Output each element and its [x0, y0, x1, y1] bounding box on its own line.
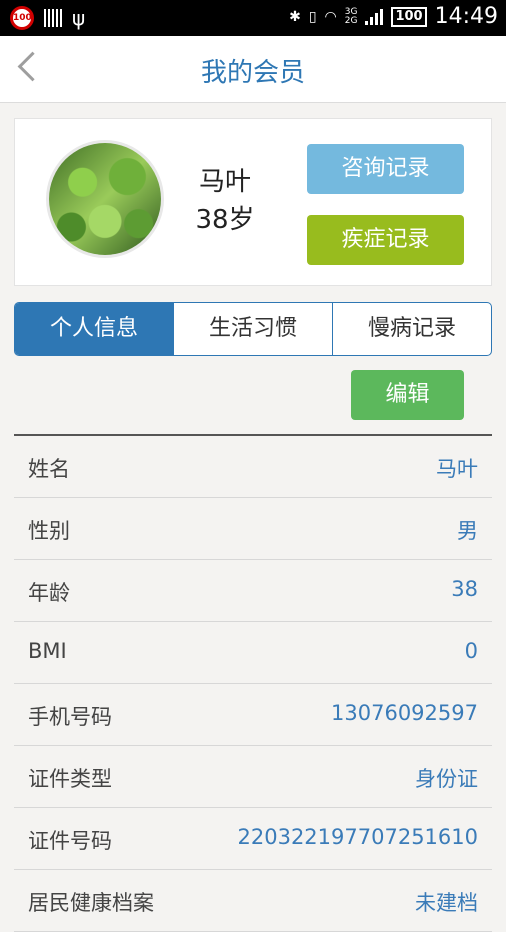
info-row-name: 姓名 马叶	[14, 436, 492, 498]
profile-card: 马叶 38岁 咨询记录 疾症记录	[14, 118, 492, 286]
tab-bar: 个人信息 生活习惯 慢病记录	[14, 302, 492, 356]
row-label: 姓名	[28, 457, 70, 481]
row-label: 居民健康档案	[28, 891, 154, 915]
network-type: 3G 2G	[344, 6, 358, 26]
bluetooth-icon: ✱	[289, 8, 301, 25]
tab-personal-info[interactable]: 个人信息	[15, 303, 173, 355]
row-value: 未建档	[415, 891, 478, 915]
tab-lifestyle[interactable]: 生活习惯	[173, 303, 332, 355]
avatar[interactable]	[49, 143, 161, 255]
wifi-icon: ◠	[324, 8, 337, 25]
row-label: 年龄	[28, 581, 70, 605]
row-label: 手机号码	[28, 705, 112, 729]
row-label: 性别	[28, 519, 70, 543]
info-row-id-type: 证件类型 身份证	[14, 746, 492, 808]
row-value: 38	[451, 577, 478, 601]
barcode-icon	[44, 9, 62, 27]
row-label: 证件类型	[28, 767, 112, 791]
vibrate-icon: ▯	[308, 8, 317, 25]
row-value: 220322197707251610	[237, 825, 479, 849]
info-row-phone: 手机号码 13076092597	[14, 684, 492, 746]
page-title: 我的会员	[200, 57, 305, 87]
edit-button[interactable]: 编辑	[351, 370, 464, 420]
app-header: 我的会员	[0, 36, 506, 103]
row-label: BMI	[28, 639, 67, 663]
tab-chronic-records[interactable]: 慢病记录	[332, 303, 491, 355]
member-age: 38岁	[195, 205, 255, 235]
member-name: 马叶	[198, 167, 251, 197]
battery-icon: 100	[391, 6, 427, 27]
row-value: 13076092597	[331, 701, 478, 725]
row-value: 马叶	[436, 457, 478, 481]
info-row-gender: 性别 男	[14, 498, 492, 560]
notification-badge-icon: 100	[10, 6, 34, 30]
row-label: 证件号码	[28, 829, 112, 853]
info-list: 姓名 马叶 性别 男 年龄 38 BMI 0 手机号码 13076092597 …	[14, 434, 492, 932]
consult-records-button[interactable]: 咨询记录	[307, 144, 464, 194]
usb-icon: ψ	[72, 6, 86, 30]
disease-records-button[interactable]: 疾症记录	[307, 215, 464, 265]
row-value: 男	[457, 519, 478, 543]
info-row-health-record: 居民健康档案 未建档	[14, 870, 492, 932]
clock: 14:49	[434, 4, 498, 29]
info-row-id-number: 证件号码 220322197707251610	[14, 808, 492, 870]
info-row-age: 年龄 38	[14, 560, 492, 622]
info-row-bmi: BMI 0	[14, 622, 492, 684]
status-bar: 100 ψ ✱ ▯ ◠ 3G 2G 100 14:49	[0, 0, 506, 36]
row-value: 身份证	[415, 767, 478, 791]
row-value: 0	[464, 639, 478, 663]
signal-icon	[365, 8, 384, 25]
